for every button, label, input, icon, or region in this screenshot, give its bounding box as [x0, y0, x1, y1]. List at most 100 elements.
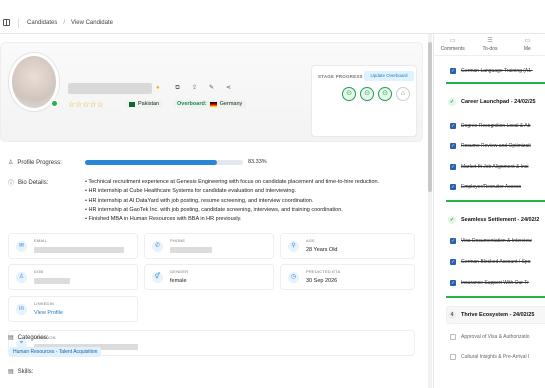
category-chip: Human Resources - Talent Acquisition: [9, 347, 102, 357]
linkedin-icon: in: [16, 304, 27, 315]
stage-complete-bar: [446, 200, 545, 202]
breadcrumb-parent[interactable]: Candidates: [27, 20, 57, 26]
todo-item[interactable]: Approval of Visa & Authorizatio: [450, 334, 530, 340]
right-panel: ▭ Comments ☰ To-dos ▭ Me ✓ German Langua…: [433, 34, 545, 388]
overboard-country: Germany: [219, 101, 243, 107]
stage-title: Career Launchpad - 24/02/25: [461, 99, 536, 105]
breadcrumb-separator: /: [63, 19, 66, 26]
stage-progress-label: STAGE PROGRESS: [318, 74, 363, 79]
profile-progress-fill: [85, 160, 217, 165]
tab-todos[interactable]: ☰ To-dos: [471, 34, 508, 55]
checkbox-checked-icon[interactable]: ✓: [450, 184, 456, 190]
email-label: EMAIL: [34, 238, 48, 243]
bio-item: HR internship at AI DataYard with job po…: [85, 197, 379, 206]
todo-item[interactable]: Cultural Insights & Pre-Arrival I: [450, 354, 529, 360]
dob-label: DOB: [34, 269, 44, 274]
share-icon[interactable]: ⋖: [223, 83, 234, 94]
todo-item[interactable]: ✓ Employer/Recruiter Access: [450, 184, 521, 190]
stage-header[interactable]: 4 Thrive Ecosystem - 24/02/25: [448, 311, 534, 319]
stage-title: Thrive Ecosystem - 24/02/25: [461, 312, 535, 318]
bio-row: ⓘ Bio Details:: [8, 178, 48, 188]
stage-header[interactable]: ✓ Career Launchpad - 24/02/25: [448, 98, 536, 106]
copy-icon[interactable]: ⧉: [172, 83, 183, 94]
rating-stars[interactable]: ☆☆☆☆☆: [68, 100, 104, 109]
online-status-icon: [51, 100, 58, 107]
lock-icon[interactable]: ⌂: [396, 87, 410, 101]
tab-more[interactable]: ▭ Me: [509, 34, 545, 55]
clock-icon: ◷: [288, 272, 299, 283]
age-label: AGE: [306, 238, 316, 243]
stage-check-icon: ✓: [448, 98, 456, 106]
checkbox-checked-icon[interactable]: ✓: [450, 68, 456, 74]
checkbox-empty-icon[interactable]: [450, 334, 456, 340]
tab-comments[interactable]: ▭ Comments: [434, 34, 471, 55]
app-frame: Candidates / View Candidate ● ⧉ ⇪ ✎ ⋖ ☆☆…: [0, 0, 545, 388]
sidebar-toggle-icon[interactable]: [3, 19, 10, 26]
eta-value: 30 Sep 2026: [306, 278, 338, 284]
stage-complete-icon[interactable]: ⊙: [360, 87, 374, 101]
country-badge: Pakistan: [125, 100, 164, 108]
todo-text: Degree Recognition Local & Ab: [461, 123, 531, 129]
more-icon: ▭: [524, 38, 531, 44]
todo-text: Insurance Support With Our Tr: [461, 280, 529, 286]
age-card: ⚲ AGE 28 Years Old: [280, 233, 415, 259]
share-upload-icon[interactable]: ⇪: [189, 83, 200, 94]
linkedin-card: in LINKEDIN View Profile: [8, 296, 138, 322]
scrollbar-thumb[interactable]: [428, 42, 432, 192]
todo-text: Resume Review and Optimizati: [461, 143, 531, 149]
todo-text: Cultural Insights & Pre-Arrival I: [461, 354, 530, 360]
checkbox-checked-icon[interactable]: ✓: [450, 143, 456, 149]
todo-item[interactable]: ✓ German Blocked Account / Spo: [450, 259, 530, 265]
dob-card: ♙ DOB: [8, 264, 138, 290]
phone-redacted: [170, 247, 212, 253]
checklist-icon: ☰: [487, 38, 493, 44]
stage-title: Seamless Settlement - 24/02/2: [461, 217, 540, 223]
phone-label: PHONE: [170, 238, 186, 243]
phone-card: ✆ PHONE: [144, 233, 274, 259]
profile-header-card: ● ⧉ ⇪ ✎ ⋖ ☆☆☆☆☆ Pakistan Overboard: Germ…: [0, 42, 423, 142]
edit-icon[interactable]: ✎: [206, 83, 217, 94]
bio-item: HR internship at Cube Healthcare Systems…: [85, 187, 379, 196]
linkedin-link[interactable]: View Profile: [34, 310, 63, 316]
checkbox-checked-icon[interactable]: ✓: [450, 238, 456, 244]
stage-complete-bar: [446, 82, 545, 84]
todo-text: Market-fit Job Alignment & Insi: [461, 164, 529, 170]
todo-item[interactable]: ✓ Visa Documentation & Interview: [450, 238, 532, 244]
todo-item[interactable]: ✓ Degree Recognition Local & Ab: [450, 123, 531, 129]
stage-progress-box: STAGE PROGRESS Update Overboard ⊙ ⊙ ⊙ ⌂: [311, 65, 417, 137]
todo-text: German Blocked Account / Spo: [461, 259, 531, 265]
stage-header[interactable]: ✓ Seamless Settlement - 24/02/2: [448, 216, 539, 224]
bio-item: Technical recruitment experience at Gene…: [85, 178, 379, 187]
candidate-name-redacted: [68, 83, 152, 94]
todo-item[interactable]: ✓ Insurance Support With Our Tr: [450, 280, 529, 286]
tab-label: Me: [523, 46, 531, 52]
stage-number: 4: [448, 311, 456, 319]
checkbox-checked-icon[interactable]: ✓: [450, 259, 456, 265]
skills-label: Skills:: [17, 368, 34, 375]
email-redacted: [34, 247, 124, 253]
profile-progress-bar: [85, 160, 243, 165]
dob-redacted: [34, 278, 70, 284]
todo-item[interactable]: ✓ Resume Review and Optimizati: [450, 143, 531, 149]
age-value: 28 Years Old: [306, 247, 338, 253]
stage-complete-icon[interactable]: ⊙: [342, 87, 356, 101]
todo-item[interactable]: ✓ Market-fit Job Alignment & Insi: [450, 164, 529, 170]
stage-complete-bar: [446, 296, 545, 298]
bio-list: Technical recruitment experience at Gene…: [85, 178, 379, 224]
checkbox-checked-icon[interactable]: ✓: [450, 280, 456, 286]
todo-item[interactable]: ✓ German Language Training (A1-: [450, 68, 533, 74]
favorite-dot-icon: ●: [156, 85, 160, 91]
divider: [18, 17, 19, 28]
stage-circles: ⊙ ⊙ ⊙ ⌂: [342, 87, 410, 101]
checkbox-checked-icon[interactable]: ✓: [450, 123, 456, 129]
todo-text: Visa Documentation & Interview: [461, 238, 532, 244]
checkbox-checked-icon[interactable]: ✓: [450, 164, 456, 170]
main-scrollbar[interactable]: [428, 34, 432, 388]
comment-icon: ▭: [449, 38, 456, 44]
skills-icon: ▤: [8, 369, 14, 375]
update-overboard-button[interactable]: Update Overboard: [364, 71, 414, 81]
stage-complete-icon[interactable]: ⊙: [378, 87, 392, 101]
checkbox-empty-icon[interactable]: [450, 354, 456, 360]
overboard-badge: Overboard: Germany: [173, 100, 247, 108]
breadcrumb-current: View Candidate: [71, 19, 113, 26]
